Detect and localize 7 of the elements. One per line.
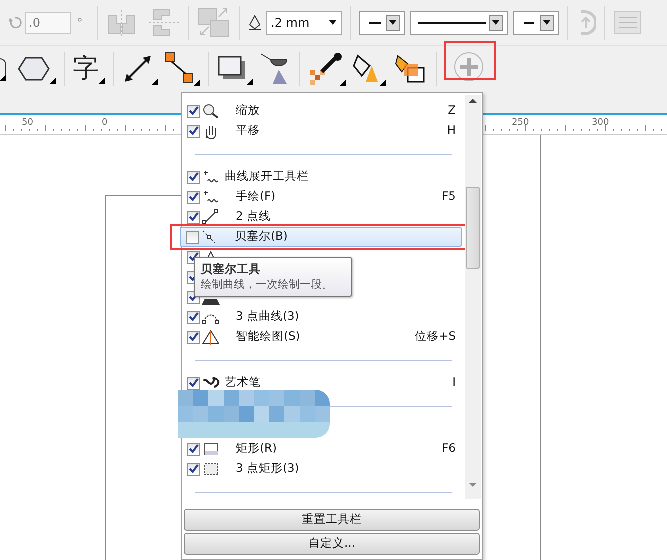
degree-unit: ° [77,14,83,32]
ruler-label: 50 [22,118,34,128]
ruler-label: 300 [592,118,610,128]
ruler-label: 250 [512,118,530,128]
tooltip-title: 贝塞尔工具 [201,261,262,277]
tooltip-text: 绘制曲线，一次绘制一段。 [201,277,334,293]
ruler-label: 0 [102,118,108,128]
